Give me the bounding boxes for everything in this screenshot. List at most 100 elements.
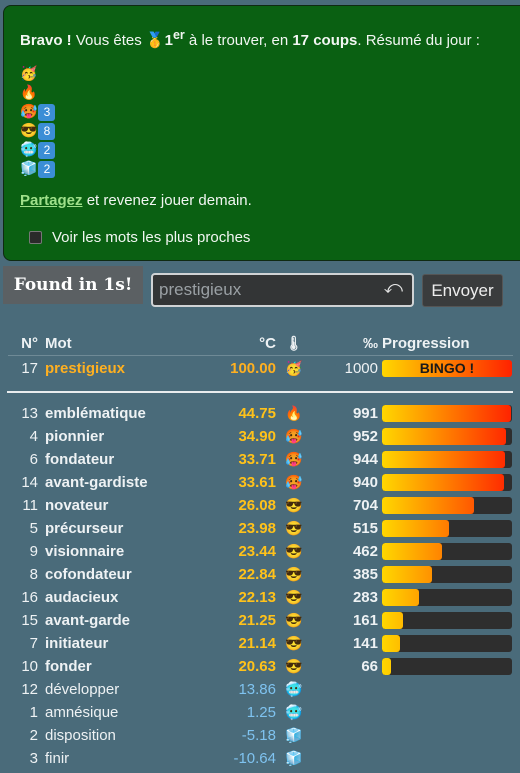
table-row: 2 disposition -5.18 🧊 — [0, 724, 520, 747]
sunglasses-face-icon: 😎 — [285, 497, 303, 513]
table-row: 9 visionnaire 23.44 😎 462 — [0, 540, 520, 563]
sunglasses-face-icon: 😎 — [285, 658, 303, 674]
summary-emoji-line: 🥳 — [20, 64, 516, 83]
progress-bar-fill — [382, 497, 474, 514]
progress-bar-fill — [382, 612, 403, 629]
row-num: 6 — [29, 451, 38, 468]
col-header-num: N° — [21, 335, 38, 352]
share-line: Partagez et revenez jouer demain. — [20, 191, 516, 211]
row-word: développer — [45, 681, 120, 698]
row-temp: 33.61 — [238, 474, 276, 491]
table-divider — [7, 391, 513, 393]
share-link[interactable]: Partagez — [20, 192, 83, 209]
table-row: 4 pionnier 34.90 🥵 952 — [0, 425, 520, 448]
winner-temp: 100.00 — [230, 360, 276, 377]
rank-suffix: er — [172, 28, 185, 42]
summary-emoji-line: 🥵 3 — [20, 102, 516, 121]
summary-emoji-line: 🥶 2 — [20, 140, 516, 159]
row-num: 8 — [29, 566, 38, 583]
row-word: finir — [45, 750, 70, 767]
progress-bar-fill — [382, 405, 511, 422]
count-keycap: 2 — [38, 141, 56, 159]
row-temp: 21.25 — [238, 612, 276, 629]
hot-face-icon: 🥵 — [285, 428, 303, 444]
row-temp: 13.86 — [238, 681, 276, 698]
col-header-word: Mot — [45, 335, 72, 352]
row-permil: 952 — [352, 428, 378, 445]
row-permil: 991 — [352, 405, 378, 422]
progress-bar — [382, 566, 512, 583]
cold-face-icon: 🥶 — [20, 141, 38, 157]
ice-cube-icon: 🧊 — [285, 727, 303, 743]
progress-bar — [382, 428, 512, 445]
progress-bar-fill — [382, 543, 443, 560]
progress-bar — [382, 543, 512, 560]
bravo-text: Bravo ! — [20, 32, 72, 49]
row-temp: -5.18 — [241, 727, 276, 744]
cold-face-icon: 🥶 — [285, 681, 303, 697]
progress-bar-fill — [382, 635, 401, 652]
summary-emoji-line: 😎 8 — [20, 121, 516, 140]
daily-summary-emojis: 🥳 🔥 🥵 3 😎 8 🥶 2 🧊 2 — [20, 64, 516, 178]
row-num: 16 — [21, 589, 38, 606]
undo-icon[interactable]: ⤺ — [384, 277, 403, 298]
guess-input[interactable]: prestigieux ⤺ — [151, 273, 414, 307]
header-underline — [8, 355, 513, 356]
row-permil: 940 — [352, 474, 378, 491]
victory-text-c: . Résumé du jour : — [357, 32, 480, 49]
send-button[interactable]: Envoyer — [422, 274, 503, 307]
row-temp: 21.14 — [238, 635, 276, 652]
thermometer-icon: 🌡 — [285, 335, 303, 351]
row-word: emblématique — [45, 405, 146, 422]
progress-bar-fill — [382, 589, 419, 606]
table-row: 8 cofondateur 22.84 😎 385 — [0, 563, 520, 586]
progress-bar — [382, 658, 512, 675]
rank-text: 1 — [164, 32, 173, 49]
victory-summary-panel: Bravo ! Vous êtes 🥇1er à le trouver, en … — [3, 5, 520, 261]
progress-bar-fill — [382, 520, 449, 537]
row-temp: 33.71 — [238, 451, 276, 468]
winner-row: 17 prestigieux 100.00 🥳 1000 BINGO ! — [0, 357, 520, 380]
row-num: 10 — [21, 658, 38, 675]
row-temp: 26.08 — [238, 497, 276, 514]
closest-words-toggle[interactable]: Voir les mots les plus proches — [20, 229, 516, 246]
bingo-badge: BINGO ! — [382, 360, 512, 377]
row-word: visionnaire — [45, 543, 125, 560]
row-temp: 23.44 — [238, 543, 276, 560]
progress-bar — [382, 635, 512, 652]
sunglasses-face-icon: 😎 — [285, 612, 303, 628]
table-row: 6 fondateur 33.71 🥵 944 — [0, 448, 520, 471]
table-row: 15 avant-garde 21.25 😎 161 — [0, 609, 520, 632]
sunglasses-face-icon: 😎 — [285, 566, 303, 582]
sunglasses-face-icon: 😎 — [285, 520, 303, 536]
row-temp: 22.84 — [238, 566, 276, 583]
row-temp: 1.25 — [246, 704, 276, 721]
party-face-icon: 🥳 — [285, 360, 303, 376]
hot-face-icon: 🥵 — [285, 451, 303, 467]
row-word: avant-garde — [45, 612, 131, 629]
row-num: 13 — [21, 405, 38, 422]
count-keycap: 3 — [38, 103, 56, 121]
row-temp: -10.64 — [233, 750, 276, 767]
guess-count: 17 coups — [292, 32, 358, 49]
table-row: 7 initiateur 21.14 😎 141 — [0, 632, 520, 655]
hot-face-icon: 🥵 — [20, 103, 38, 119]
row-word: disposition — [45, 727, 116, 744]
table-row: 11 novateur 26.08 😎 704 — [0, 494, 520, 517]
row-word: avant-gardiste — [45, 474, 148, 491]
row-permil: 944 — [352, 451, 378, 468]
col-header-permil: ‰ — [363, 335, 378, 352]
sunglasses-face-icon: 😎 — [285, 635, 303, 651]
row-num: 5 — [29, 520, 38, 537]
row-temp: 44.75 — [238, 405, 276, 422]
row-permil: 283 — [352, 589, 378, 606]
closest-words-checkbox[interactable] — [29, 231, 42, 244]
ice-cube-icon: 🧊 — [20, 160, 38, 176]
table-row: 13 emblématique 44.75 🔥 991 — [0, 402, 520, 425]
fire-icon: 🔥 — [285, 405, 303, 421]
row-permil: 385 — [352, 566, 378, 583]
row-num: 11 — [22, 497, 38, 514]
row-num: 15 — [21, 612, 38, 629]
winner-permil: 1000 — [344, 360, 378, 377]
row-num: 4 — [29, 428, 38, 445]
